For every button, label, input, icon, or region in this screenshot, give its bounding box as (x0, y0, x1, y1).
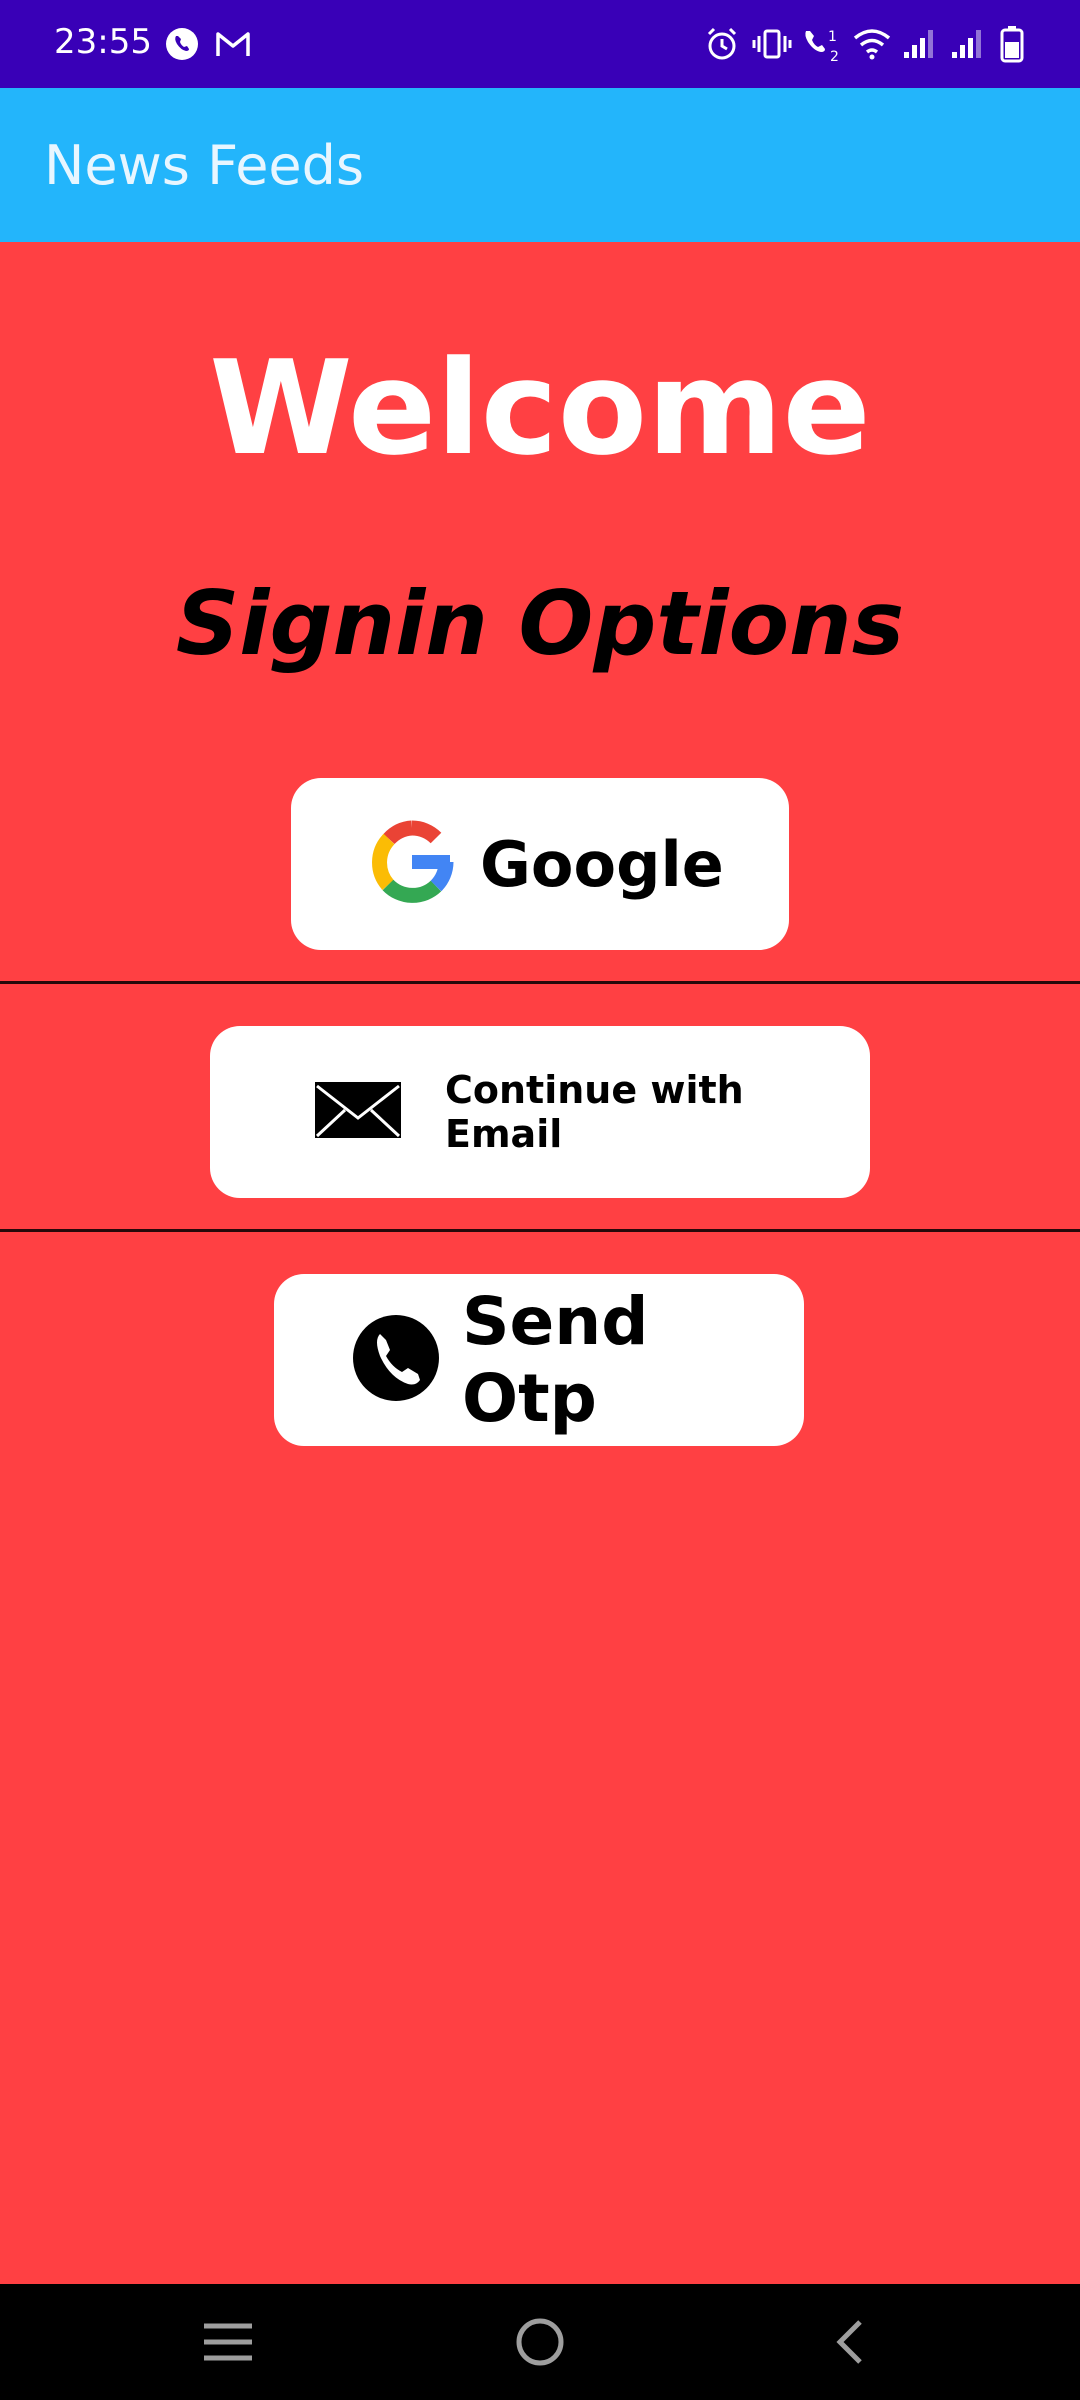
signal-icon (950, 22, 986, 66)
navigation-bar (0, 2284, 1080, 2400)
alarm-icon (704, 22, 740, 66)
wifi-icon (852, 22, 892, 66)
google-icon (364, 814, 460, 915)
signal-icon (902, 22, 938, 66)
status-bar: 23:55 12 (0, 0, 1080, 88)
menu-icon[interactable] (198, 2314, 258, 2370)
email-button-label: Continue with Email (445, 1068, 744, 1156)
back-icon[interactable] (820, 2314, 880, 2370)
vibrate-icon (752, 22, 792, 66)
signin-options-heading: Signin Options (175, 572, 905, 675)
welcome-heading: Welcome (209, 332, 871, 484)
whatsapp-icon (164, 22, 200, 66)
google-button-label: Google (480, 827, 724, 901)
wifi-calling-icon: 12 (800, 22, 844, 66)
phone-icon (352, 1314, 440, 1407)
app-title: News Feeds (44, 134, 365, 197)
home-icon[interactable] (510, 2314, 570, 2370)
status-time: 23:55 (54, 22, 152, 62)
divider (0, 981, 1080, 984)
signin-screen: Welcome Signin Options Google Continue w… (0, 242, 1080, 2284)
svg-text:2: 2 (830, 49, 839, 63)
otp-button-label: Send Otp (462, 1283, 649, 1437)
divider (0, 1229, 1080, 1232)
battery-icon (1000, 22, 1024, 66)
envelope-icon (315, 1081, 401, 1143)
email-signin-button[interactable]: Continue with Email (210, 1026, 870, 1198)
send-otp-button[interactable]: Send Otp (274, 1274, 804, 1446)
google-signin-button[interactable]: Google (291, 778, 789, 950)
svg-text:1: 1 (828, 29, 837, 45)
app-bar: News Feeds (0, 88, 1080, 242)
gmail-icon (214, 22, 252, 66)
